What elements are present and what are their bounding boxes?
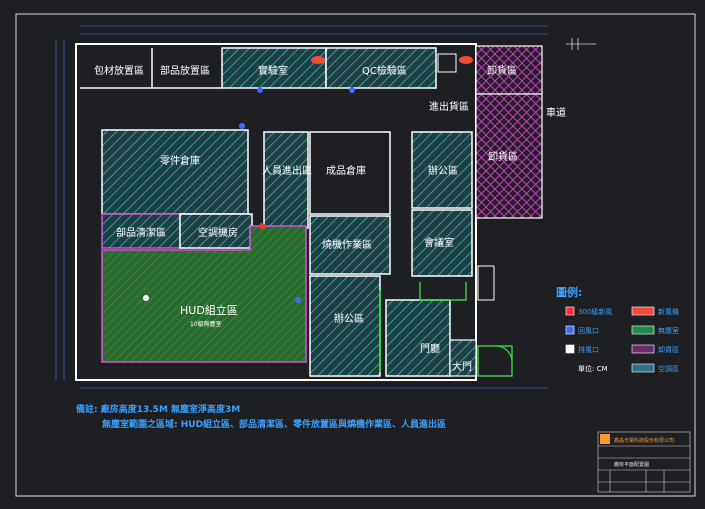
label-meeting: 會議室	[424, 236, 454, 249]
label-hud: HUD組立區	[180, 303, 238, 317]
note-line-1: 備註: 廠房高度13.5M 無塵室淨高度3M	[76, 403, 240, 415]
label-gate: 大門	[452, 360, 472, 373]
label-qc: QC檢驗區	[362, 64, 407, 77]
legend-swatch	[631, 363, 655, 373]
floor-plan-drawing: 包材放置區 部品放置區 實驗室 QC檢驗區 卸貨區 進出貨區 車道 零件倉庫 人…	[15, 13, 696, 497]
label-unloading-right: 卸貨區	[488, 150, 518, 163]
label-packaging: 包材放置區	[94, 64, 144, 77]
legend: 300級新風 新風機回風口 無塵室排風口 卸貨區單位: CM 空調區	[565, 306, 679, 373]
label-ac-room: 空調機房	[198, 226, 238, 239]
small-box-top	[437, 53, 457, 73]
title-block-logo	[600, 434, 610, 444]
legend-swatch	[565, 325, 575, 335]
label-lobby: 門廳	[420, 342, 440, 355]
room-personnel-exit	[263, 131, 309, 229]
north-arrow	[566, 38, 596, 50]
floor-plan-stage: 包材放置區 部品放置區 實驗室 QC檢驗區 卸貨區 進出貨區 車道 零件倉庫 人…	[0, 0, 705, 505]
room-office-lower	[309, 275, 381, 377]
legend-swatch	[566, 364, 574, 372]
label-parts-cleaning: 部品清潔區	[116, 226, 166, 239]
legend-label: 回風口	[578, 327, 599, 335]
label-parts-storage: 部品放置區	[160, 64, 210, 77]
legend-label: 單位: CM	[578, 364, 608, 373]
legend-label: 新風機	[658, 307, 679, 316]
legend-label: 卸貨區	[658, 345, 679, 354]
legend-label: 300級新風	[578, 307, 612, 316]
room-lobby	[385, 299, 451, 377]
note-line-2: 無塵室範圍之區域: HUD組立區、部品清潔區、零件放置區與燒機作業區、人員進出區	[102, 418, 446, 430]
label-lab: 實驗室	[258, 64, 288, 77]
green-pipe-right	[419, 282, 467, 301]
small-box-right	[477, 265, 495, 301]
gate-door-arc	[495, 345, 513, 363]
legend-swatch	[631, 344, 655, 354]
legend-label: 空調區	[658, 364, 679, 373]
legend-swatch	[631, 325, 655, 335]
legend-swatch	[631, 306, 655, 316]
label-burn-in: 燒機作業區	[322, 238, 372, 251]
label-personnel-exit: 人員進出區	[262, 164, 312, 177]
legend-swatch	[565, 306, 575, 316]
legend-swatch	[565, 344, 575, 354]
label-unloading-top: 卸貨區	[487, 64, 517, 77]
legend-label: 排風口	[578, 345, 599, 354]
title-block-drawing: 廠房平面配置圖	[614, 461, 649, 468]
title-block-company: 鑫晶光電科技股份有限公司	[614, 437, 674, 444]
room-parts-warehouse	[101, 129, 249, 215]
label-parts-warehouse: 零件倉庫	[160, 154, 200, 167]
label-hud-sub: 10級無塵室	[190, 320, 222, 328]
label-road: 車道	[546, 106, 566, 119]
label-finished-goods: 成品倉庫	[326, 164, 366, 177]
label-office-right: 辦公區	[428, 164, 458, 177]
label-office-lower: 辦公區	[334, 312, 364, 325]
legend-label: 無塵室	[658, 326, 679, 335]
label-in-out: 進出貨區	[429, 100, 469, 113]
legend-title: 圖例:	[556, 285, 582, 299]
